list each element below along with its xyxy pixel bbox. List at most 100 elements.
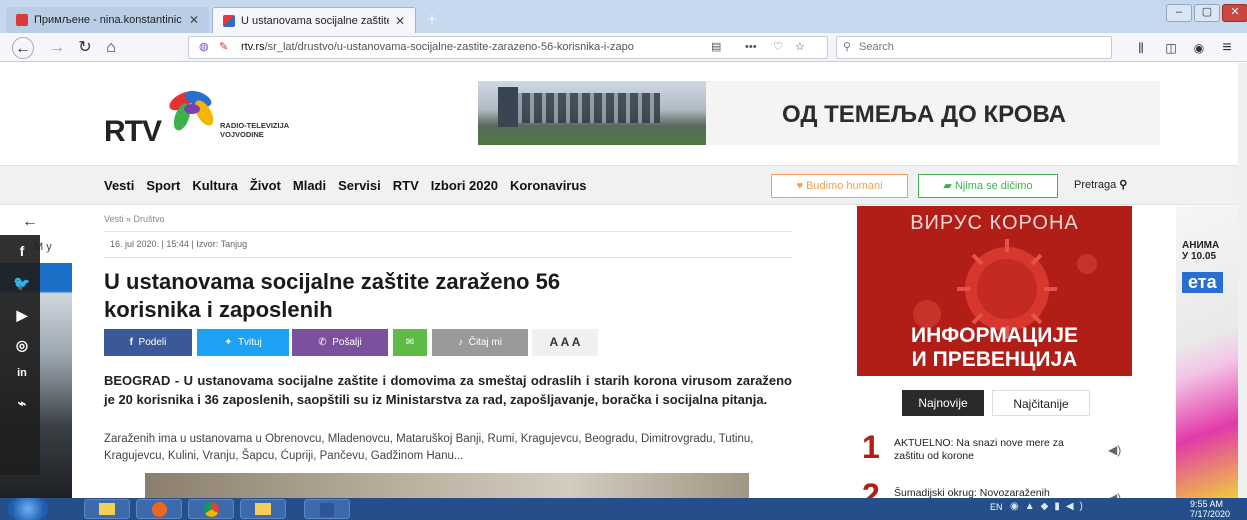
firefox-icon: [152, 502, 167, 517]
tab-najcitanije-label: Najčitanije: [1013, 397, 1069, 411]
news-number: 2: [862, 477, 880, 498]
close-window-button[interactable]: ✕: [1222, 4, 1247, 22]
menu-items: Vesti Sport Kultura Život Mladi Servisi …: [104, 178, 587, 193]
rtv-favicon-icon: [223, 14, 235, 27]
taskbar-folder[interactable]: [240, 499, 286, 519]
bookmark-star-icon[interactable]: ☆: [795, 37, 805, 58]
forward-button[interactable]: →: [46, 37, 68, 59]
tab-mail[interactable]: Примљене - nina.konstantinic ✕: [6, 7, 209, 33]
clock-time[interactable]: 9:55 AM: [1190, 499, 1223, 509]
menu-item-rtv[interactable]: RTV: [393, 178, 419, 193]
search-input[interactable]: ⚲ Search: [836, 36, 1112, 59]
close-tab-icon[interactable]: ✕: [189, 13, 199, 27]
search-icon: ⚲: [1119, 179, 1128, 191]
back-arrow-button[interactable]: ←: [22, 213, 38, 231]
shield-icon[interactable]: ◍: [199, 37, 209, 58]
page-scrollbar[interactable]: [1238, 63, 1247, 498]
viber-icon: ✆: [318, 337, 327, 348]
minimize-button[interactable]: –: [1166, 4, 1192, 22]
award-icon: ▰: [943, 180, 952, 192]
budimo-humani-button[interactable]: ♥ Budimo humani: [771, 174, 908, 198]
njima-se-dicimo-label: Njima se dičimo: [954, 180, 1033, 192]
right-edge-text-3: ета: [1182, 272, 1223, 293]
facebook-icon: f: [129, 337, 133, 348]
menu-item-izbori[interactable]: Izbori 2020: [431, 178, 498, 193]
corona-info-ad[interactable]: ВИРУС КОРОНА ИНФОРМАЦИЈЕ И ПРЕВЕНЦИЈА: [857, 206, 1132, 376]
budimo-humani-label: Budimo humani: [806, 180, 883, 192]
facebook-icon[interactable]: f: [12, 241, 32, 261]
right-edge-text-1: АНИМА: [1182, 240, 1220, 251]
right-edge-text-2: У 10.05: [1182, 251, 1217, 262]
reader-view-icon[interactable]: ▤: [711, 37, 721, 58]
page-actions-icon[interactable]: •••: [745, 37, 757, 58]
web-page: RTV RADIO-TELEVIZIJA VOJVODINE ОД ТЕМЕЉА…: [0, 63, 1247, 498]
rtv-logo[interactable]: RTV RADIO-TELEVIZIJA VOJVODINE: [104, 87, 334, 151]
tab-article[interactable]: U ustanovama socijalne zaštite ✕: [212, 7, 416, 33]
taskbar-explorer[interactable]: [84, 499, 130, 519]
share-twitter-button[interactable]: ✦ Tvituj: [197, 329, 289, 356]
reload-button[interactable]: ↻: [74, 37, 96, 59]
youtube-icon[interactable]: ▶: [12, 305, 32, 325]
tray-icons[interactable]: ◉▲◆▮◀): [1010, 501, 1089, 512]
njima-se-dicimo-button[interactable]: ▰ Njima se dičimo: [918, 174, 1058, 198]
speaker-icon: ♪: [458, 337, 464, 348]
menu-icon[interactable]: ≡: [1216, 37, 1238, 59]
logo-sub-line-1: RADIO-TELEVIZIJA: [220, 121, 290, 130]
menu-item-servisi[interactable]: Servisi: [338, 178, 381, 193]
tab-mail-title: Примљене - nina.konstantinic: [34, 14, 182, 26]
instagram-icon[interactable]: ◎: [12, 335, 32, 355]
new-tab-button[interactable]: +: [422, 10, 442, 30]
right-edge-partial-ad[interactable]: АНИМА У 10.05 ета: [1176, 206, 1247, 498]
twitter-icon[interactable]: 🐦: [12, 273, 32, 293]
browser-tab-strip: Примљене - nina.konstantinic ✕ U ustanov…: [0, 0, 1247, 33]
rss-icon[interactable]: ⌁: [12, 393, 32, 413]
social-bar-bg: [0, 235, 40, 475]
menu-item-koronavirus[interactable]: Koronavirus: [510, 178, 587, 193]
tab-najnovije-label: Najnovije: [918, 396, 968, 410]
menu-item-mladi[interactable]: Mladi: [293, 178, 326, 193]
logo-flower-icon: [169, 90, 214, 131]
menu-item-sport[interactable]: Sport: [146, 178, 180, 193]
sidebar-icon[interactable]: ◫: [1160, 37, 1182, 59]
close-tab-icon[interactable]: ✕: [395, 14, 405, 28]
url-bar[interactable]: ◍ ✎ rtv.rs/sr_lat/drustvo/u-ustanovama-s…: [188, 36, 828, 59]
font-size-controls[interactable]: A A A: [532, 329, 598, 356]
start-button[interactable]: [8, 498, 48, 520]
menu-item-kultura[interactable]: Kultura: [192, 178, 238, 193]
clock-date[interactable]: 7/17/2020: [1190, 509, 1230, 519]
library-icon[interactable]: ⫼: [1130, 37, 1152, 59]
listen-button[interactable]: ♪ Čitaj mi: [432, 329, 528, 356]
headline-line-2: korisnika i zaposlenih: [104, 297, 333, 322]
share-facebook-label: Podeli: [138, 337, 167, 348]
search-icon: ⚲: [843, 41, 852, 53]
share-email-button[interactable]: ✉: [393, 329, 427, 356]
share-viber-button[interactable]: ✆ Pošalji: [292, 329, 388, 356]
taskbar-firefox[interactable]: [136, 499, 182, 519]
news-item[interactable]: AKTUELNO: Na snazi nove mere za zaštitu …: [894, 437, 1094, 463]
home-icon[interactable]: ⌂: [100, 37, 122, 59]
language-indicator[interactable]: EN: [990, 502, 1003, 512]
tab-najnovije[interactable]: Najnovije: [902, 390, 984, 416]
tab-najcitanije[interactable]: Najčitanije: [992, 390, 1090, 416]
article-lead: BEOGRAD - U ustanovama socijalne zaštite…: [104, 373, 792, 407]
share-facebook-button[interactable]: f Podeli: [104, 329, 192, 356]
maximize-button[interactable]: ▢: [1194, 4, 1220, 22]
menu-item-zivot[interactable]: Život: [250, 178, 281, 193]
menu-item-vesti[interactable]: Vesti: [104, 178, 134, 193]
banner-ad[interactable]: ОД ТЕМЕЉА ДО КРОВА: [478, 81, 1160, 145]
breadcrumb[interactable]: Vesti » Društvo: [104, 214, 165, 224]
back-button[interactable]: ←: [12, 37, 34, 59]
account-icon[interactable]: ◉: [1188, 37, 1210, 59]
speaker-icon[interactable]: ◀): [1108, 491, 1121, 498]
banner-building-image: [478, 81, 706, 145]
linkedin-icon[interactable]: in: [12, 363, 32, 383]
pocket-icon[interactable]: ♡: [773, 37, 783, 58]
speaker-icon[interactable]: ◀): [1108, 443, 1121, 457]
taskbar-word[interactable]: [304, 499, 350, 519]
meta-divider-bottom: [104, 257, 792, 258]
mail-icon: [16, 14, 28, 26]
insecure-lock-icon[interactable]: ✎: [219, 37, 228, 58]
pretraga-button[interactable]: Pretraga ⚲: [1074, 178, 1127, 191]
news-item[interactable]: Šumadijski okrug: Novozaraženih: [894, 487, 1094, 498]
taskbar-chrome[interactable]: [188, 499, 234, 519]
